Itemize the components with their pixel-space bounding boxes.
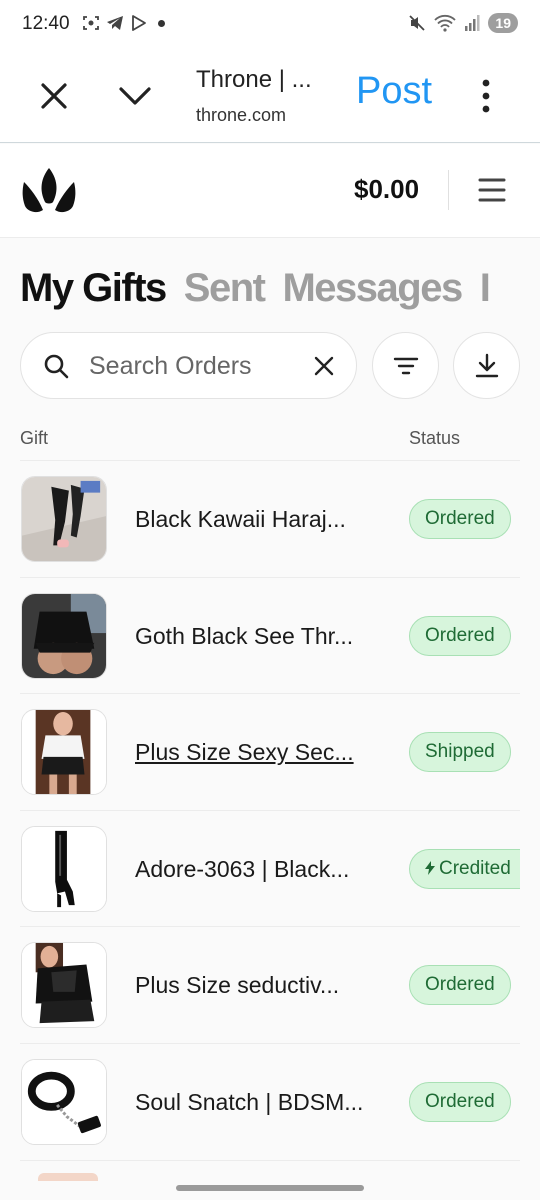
browser-toolbar: Throne | ... throne.com Post — [0, 50, 540, 143]
gift-thumbnail[interactable] — [21, 1058, 107, 1145]
post-button[interactable]: Post — [356, 70, 432, 113]
more-options-icon[interactable] — [474, 76, 498, 116]
search-bar — [20, 332, 357, 399]
gift-name[interactable]: Soul Snatch | BDSM... — [135, 1089, 363, 1116]
gift-name[interactable]: Plus Size seductiv... — [135, 972, 339, 999]
tab-overflow[interactable]: I — [480, 266, 491, 311]
site-header: $0.00 — [0, 144, 540, 238]
table-row[interactable]: Black Kawaii Haraj... Ordered — [20, 460, 520, 577]
tab-sent[interactable]: Sent — [184, 266, 266, 311]
status-bar: 12:40 19 — [0, 0, 540, 50]
status-badge: Credited — [409, 848, 520, 889]
status-time: 12:40 — [22, 13, 70, 34]
status-badge: Ordered — [409, 965, 511, 1005]
header-divider — [448, 170, 449, 210]
status-badge: Ordered — [409, 1081, 511, 1122]
throne-logo-icon[interactable] — [22, 168, 76, 214]
gift-name[interactable]: Goth Black See Thr... — [135, 623, 353, 650]
gift-image — [22, 710, 106, 794]
signal-icon — [465, 15, 480, 31]
play-store-icon — [132, 15, 146, 31]
gift-name[interactable]: Adore-3063 | Black... — [135, 856, 349, 883]
gift-image — [22, 1059, 106, 1144]
page-url: throne.com — [196, 105, 287, 125]
status-icons-left — [82, 14, 165, 32]
status-badge: Ordered — [409, 499, 511, 539]
gift-name[interactable]: Plus Size Sexy Sec... — [135, 739, 354, 766]
gift-thumbnail[interactable] — [21, 942, 107, 1028]
table-row-partial — [20, 1160, 520, 1181]
wifi-icon — [434, 14, 457, 32]
gift-image — [22, 943, 106, 1027]
filter-icon — [393, 357, 419, 375]
table-row[interactable]: Plus Size Sexy Sec... Shipped — [20, 693, 520, 810]
table-row[interactable]: Plus Size seductiv... Ordered — [20, 926, 520, 1043]
clear-search-icon[interactable] — [313, 355, 335, 377]
tab-bar: My Gifts Sent Messages I — [20, 266, 540, 311]
status-badge-label: Credited — [439, 857, 511, 879]
gift-thumbnail[interactable] — [21, 825, 107, 912]
search-icon — [44, 354, 69, 379]
chevron-down-icon[interactable] — [116, 78, 154, 114]
screenshot-icon — [83, 16, 99, 30]
notification-dot — [158, 19, 165, 27]
wallet-balance[interactable]: $0.00 — [354, 174, 419, 205]
search-input[interactable] — [89, 347, 289, 385]
gift-image — [22, 826, 106, 911]
telegram-icon — [107, 16, 123, 30]
gift-thumbnail[interactable] — [21, 709, 107, 795]
table-row[interactable]: Soul Snatch | BDSM... Ordered — [20, 1042, 520, 1160]
page-title: Throne | ... — [196, 66, 312, 93]
table-row[interactable]: Goth Black See Thr... Ordered — [20, 576, 520, 694]
hamburger-menu-icon[interactable] — [478, 176, 506, 204]
status-icons-right: 19 — [408, 13, 518, 33]
mute-icon — [409, 15, 426, 31]
gift-image — [22, 477, 106, 561]
tab-my-gifts[interactable]: My Gifts — [20, 266, 167, 311]
gift-image — [22, 593, 106, 678]
gift-thumbnail-partial — [38, 1173, 98, 1181]
battery-level: 19 — [488, 13, 518, 33]
table-row[interactable]: Adore-3063 | Black... Credited — [20, 809, 520, 927]
gifts-table: Black Kawaii Haraj... Ordered Goth Black… — [20, 460, 520, 1159]
filter-button[interactable] — [372, 332, 439, 399]
download-icon — [475, 353, 499, 378]
column-header-gift: Gift — [20, 428, 49, 448]
gift-name[interactable]: Black Kawaii Haraj... — [135, 506, 346, 533]
gift-thumbnail[interactable] — [21, 476, 107, 562]
column-header-status: Status — [409, 428, 461, 448]
tab-messages[interactable]: Messages — [282, 266, 463, 311]
status-badge: Shipped — [409, 732, 511, 772]
close-icon[interactable] — [36, 78, 72, 114]
download-button[interactable] — [453, 332, 520, 399]
gift-thumbnail[interactable] — [21, 592, 107, 679]
status-badge: Ordered — [409, 615, 511, 656]
lightning-icon — [425, 860, 435, 875]
gesture-navigation-bar[interactable] — [176, 1185, 364, 1191]
